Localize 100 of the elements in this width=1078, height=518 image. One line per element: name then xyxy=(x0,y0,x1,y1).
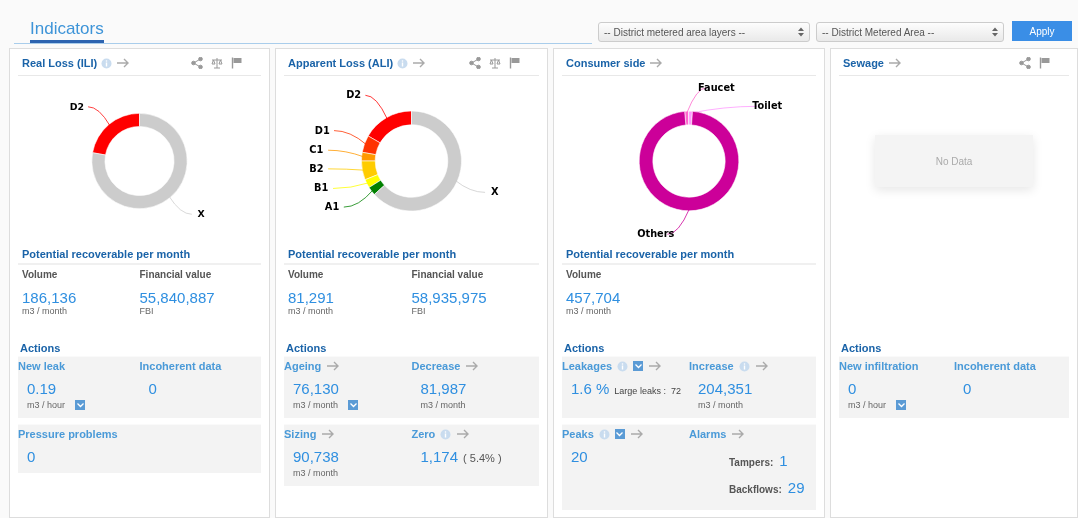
flag-icon[interactable] xyxy=(509,57,521,69)
arrow-right-icon[interactable] xyxy=(648,361,663,371)
updown-icon xyxy=(992,27,998,37)
info-icon[interactable] xyxy=(397,57,409,69)
action-title: Alarms xyxy=(689,428,727,440)
action-title: Incoherent data xyxy=(954,360,1036,372)
action-title: Sizing xyxy=(284,428,317,440)
action-value: 1.6 % xyxy=(571,380,610,397)
arrow-right-icon[interactable] xyxy=(649,58,664,68)
flag-icon[interactable] xyxy=(1039,57,1051,69)
no-data-message: No Data xyxy=(875,135,1033,187)
dropdown-toggle[interactable] xyxy=(633,361,644,371)
action-title: Pressure problems xyxy=(18,428,118,440)
leader-line xyxy=(87,106,111,127)
segment-label: D2 xyxy=(69,100,84,112)
leader-line xyxy=(365,94,388,120)
arrow-right-icon[interactable] xyxy=(326,361,341,371)
section-heading: Potential recoverable per month xyxy=(284,246,539,265)
metric-value: 58,935,975 xyxy=(411,289,487,306)
segment-label: B1 xyxy=(314,182,329,194)
action-value: 0 xyxy=(148,380,157,397)
segment-label: Toilet xyxy=(752,100,783,112)
alarm-count: 1 xyxy=(779,452,788,469)
info-icon[interactable] xyxy=(101,57,113,69)
flag-icon[interactable] xyxy=(231,57,243,69)
arrow-right-icon[interactable] xyxy=(465,361,480,371)
arrow-right-icon[interactable] xyxy=(887,58,902,68)
dropdown-toggle[interactable] xyxy=(75,400,86,410)
dropdown-toggle[interactable] xyxy=(614,429,625,439)
card-title[interactable]: Real Loss (ILI) xyxy=(22,57,98,69)
action-title: Leakages xyxy=(562,360,613,372)
segment-label: X xyxy=(197,208,205,220)
action-value: 0 xyxy=(848,380,857,397)
arrow-right-icon[interactable] xyxy=(629,429,644,439)
alarm-label: Tampers: xyxy=(729,457,774,468)
metric-label: Financial value xyxy=(411,269,484,280)
share-icon[interactable] xyxy=(1019,57,1031,69)
metric-value: 55,840,887 xyxy=(139,289,215,306)
select-field[interactable]: -- District metered area layers -- xyxy=(598,22,810,42)
arrow-right-icon[interactable] xyxy=(456,429,471,439)
share-icon[interactable] xyxy=(469,57,481,69)
unit-label: m3 / month xyxy=(293,468,339,478)
action-title: Incoherent data xyxy=(139,360,222,372)
unit-label: m3 / hour xyxy=(848,400,887,410)
metric-value: 81,291 xyxy=(288,289,334,306)
metric-value: 457,704 xyxy=(566,289,621,306)
arrow-right-icon[interactable] xyxy=(754,361,769,371)
section-heading: Actions xyxy=(840,342,883,356)
arrow-right-icon[interactable] xyxy=(321,429,336,439)
unit-label: FBI xyxy=(411,306,426,316)
segment-label: A1 xyxy=(324,201,340,213)
section-heading: Actions xyxy=(19,342,62,356)
segment-label: C1 xyxy=(309,144,324,156)
balance-scale-icon[interactable] xyxy=(211,57,223,69)
arrow-right-icon[interactable] xyxy=(412,58,427,68)
leader-line xyxy=(168,195,193,215)
action-value: 1,174 xyxy=(420,448,459,465)
leader-line xyxy=(327,149,364,158)
large-leaks-label: Large leaks : xyxy=(614,386,666,396)
action-value: 81,987 xyxy=(420,380,467,397)
action-title: Peaks xyxy=(562,428,594,440)
section-heading: Actions xyxy=(563,342,606,356)
unit-label: m3 / hour xyxy=(27,400,66,410)
info-icon[interactable] xyxy=(738,360,750,372)
segment-label: Faucet xyxy=(698,81,735,93)
large-leaks-count: 72 xyxy=(670,386,681,396)
leader-line xyxy=(327,168,365,171)
metric-value: 186,136 xyxy=(22,289,77,306)
action-title: New infiltration xyxy=(839,360,919,372)
action-title: Increase xyxy=(689,360,734,372)
card-title[interactable]: Apparent Loss (ALI) xyxy=(288,57,394,69)
arrow-right-icon[interactable] xyxy=(731,429,746,439)
balance-scale-icon[interactable] xyxy=(489,57,501,69)
metric-label: Volume xyxy=(566,269,602,280)
dropdown-toggle[interactable] xyxy=(348,400,359,410)
unit-label: FBI xyxy=(139,306,154,316)
metric-label: Volume xyxy=(22,269,58,280)
card-title[interactable]: Sewage xyxy=(843,57,884,69)
section-heading: Potential recoverable per month xyxy=(562,246,816,265)
share-icon[interactable] xyxy=(191,57,203,69)
alarm-count: 29 xyxy=(787,479,805,496)
arrow-right-icon[interactable] xyxy=(116,58,131,68)
info-icon[interactable] xyxy=(598,428,610,440)
card-title[interactable]: Consumer side xyxy=(566,57,646,69)
info-icon[interactable] xyxy=(617,360,629,372)
leader-line xyxy=(455,180,486,193)
action-title: Decrease xyxy=(411,360,461,372)
select-field[interactable]: -- District Metered Area -- xyxy=(816,22,1004,42)
alarm-label: Backflows: xyxy=(729,484,782,495)
segment-label: X xyxy=(491,186,499,198)
action-value: 0.19 xyxy=(27,380,57,397)
metric-label: Financial value xyxy=(139,269,212,280)
info-icon[interactable] xyxy=(440,428,452,440)
unit-label: m3 / month xyxy=(566,306,612,316)
apply-button[interactable]: Apply xyxy=(1012,21,1072,41)
dropdown-toggle[interactable] xyxy=(896,400,907,410)
unit-label: m3 / month xyxy=(293,400,339,410)
action-title: Zero xyxy=(411,428,436,440)
updown-icon xyxy=(798,27,804,37)
section-heading: Actions xyxy=(285,342,328,356)
